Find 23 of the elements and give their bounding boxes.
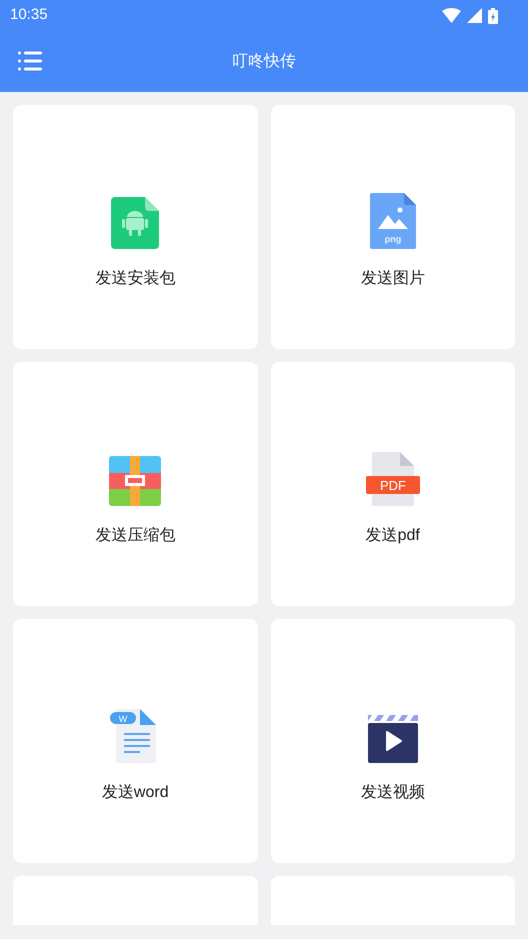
battery-icon: [488, 8, 498, 24]
card-label: 发送安装包: [95, 268, 176, 289]
app-title: 叮咚快传: [232, 52, 296, 72]
signal-icon: [467, 8, 482, 23]
menu-icon: [18, 51, 42, 71]
card-label: 发送word: [102, 783, 169, 803]
android-file-icon: [111, 197, 160, 249]
status-time: 10:35: [10, 5, 48, 26]
image-file-icon: png: [370, 193, 416, 249]
card-label: 发送图片: [360, 268, 425, 289]
card-label: 发送压缩包: [95, 526, 176, 546]
send-card[interactable]: 发送压缩包: [13, 362, 258, 606]
send-card[interactable]: 发送安装包: [13, 105, 258, 349]
video-clapper-icon: [368, 715, 418, 763]
wifi-icon: [442, 8, 461, 23]
send-card[interactable]: png 发送图片: [270, 105, 515, 349]
menu-button[interactable]: [18, 51, 42, 71]
send-card[interactable]: 发送视频: [270, 619, 515, 863]
archive-icon: [109, 456, 162, 506]
send-card[interactable]: PDF 发送pdf: [270, 362, 515, 606]
card-label: 发送视频: [360, 782, 425, 803]
card-label: 发送pdf: [366, 526, 420, 546]
send-card[interactable]: W 发送word: [13, 619, 258, 863]
